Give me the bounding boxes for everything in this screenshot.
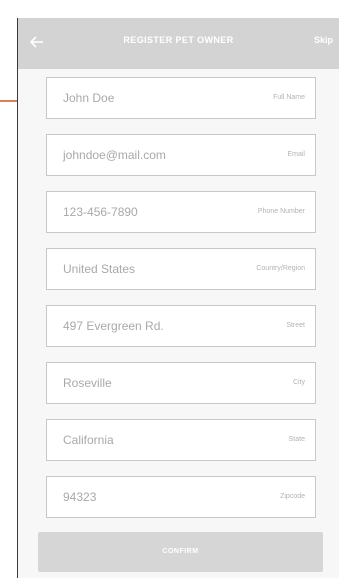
phone-number-value: 123-456-7890: [63, 205, 138, 219]
page-title: REGISTER PET OWNER: [123, 35, 234, 45]
zipcode-value: 94323: [63, 490, 97, 504]
state-label: State: [288, 436, 305, 443]
state-value: California: [63, 433, 114, 447]
email-field[interactable]: johndoe@mail.com Email: [46, 134, 316, 176]
register-screen: REGISTER PET OWNER Skip John Doe Full Na…: [17, 18, 339, 578]
email-label: Email: [287, 151, 305, 158]
city-label: City: [292, 379, 305, 386]
country-region-value: United States: [63, 262, 136, 276]
phone-number-label: Phone Number: [257, 208, 305, 215]
full-name-field[interactable]: John Doe Full Name: [46, 77, 316, 119]
phone-number-field[interactable]: 123-456-7890 Phone Number: [46, 191, 316, 233]
confirm-button[interactable]: CONFIRM: [38, 532, 323, 572]
street-field[interactable]: 497 Evergreen Rd. Street: [46, 305, 316, 347]
country-region-label: Country/Region: [256, 265, 305, 272]
zipcode-field[interactable]: 94323 Zipcode: [46, 476, 316, 518]
street-label: Street: [286, 322, 305, 329]
full-name-label: Full Name: [273, 94, 305, 101]
zipcode-label: Zipcode: [280, 493, 305, 500]
city-field[interactable]: Roseville City: [46, 362, 316, 404]
city-value: Roseville: [63, 376, 112, 390]
email-value: johndoe@mail.com: [63, 148, 166, 162]
street-value: 497 Evergreen Rd.: [63, 319, 164, 333]
full-name-value: John Doe: [63, 91, 115, 105]
country-region-field[interactable]: United States Country/Region: [46, 248, 316, 290]
skip-button[interactable]: Skip: [314, 35, 333, 45]
state-field[interactable]: California State: [46, 419, 316, 461]
header-bar: REGISTER PET OWNER Skip: [18, 18, 339, 69]
